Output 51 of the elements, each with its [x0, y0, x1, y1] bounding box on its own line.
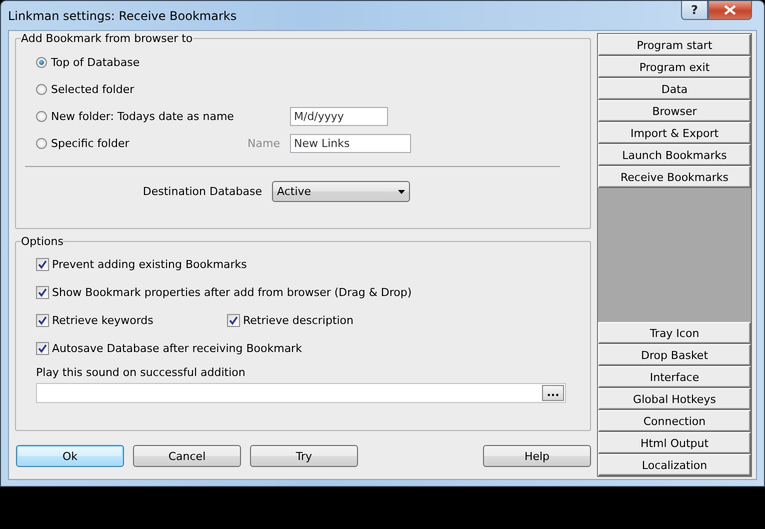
dialog-button[interactable]: Try — [250, 445, 358, 467]
radio-button[interactable] — [36, 138, 47, 149]
sidebar-item[interactable]: Global Hotkeys — [598, 388, 751, 410]
sidebar-item[interactable]: Interface — [598, 366, 751, 388]
checkbox-label: Autosave Database after receiving Bookmark — [52, 342, 302, 354]
sidebar-item[interactable]: Html Output — [598, 432, 751, 454]
help-button[interactable]: ? — [681, 1, 708, 20]
checkbox-label: Prevent adding existing Bookmarks — [52, 258, 247, 270]
checkbox-label: Retrieve keywords — [52, 314, 154, 326]
sidebar-item[interactable]: Data — [598, 78, 751, 100]
checkbox-label: Retrieve description — [243, 314, 354, 326]
radio-button[interactable] — [36, 57, 47, 68]
option-label: Top of Database — [51, 56, 140, 69]
database-dropdown[interactable]: Active — [272, 181, 410, 202]
close-icon — [724, 5, 736, 15]
sidebar-item[interactable]: Connection — [598, 410, 751, 432]
option-label: Specific folder — [51, 137, 130, 150]
sidebar-item[interactable]: Import & Export — [598, 122, 751, 144]
sidebar-item[interactable]: Localization — [598, 454, 751, 476]
option-label: Selected folder — [51, 83, 134, 96]
group-title: Options — [21, 235, 64, 248]
help-button[interactable]: Help — [483, 445, 591, 467]
sidebar-item[interactable]: Receive Bookmarks — [598, 166, 751, 188]
group-title: Add Bookmark from browser to — [21, 32, 193, 45]
sidebar-item[interactable]: Program exit — [598, 56, 751, 78]
field-label: Destination Database — [142, 185, 262, 198]
checkbox-label: Show Bookmark properties after add from browser (Drag & Drop) — [52, 286, 412, 298]
checkbox[interactable] — [227, 314, 240, 326]
radio-button[interactable] — [36, 84, 47, 95]
dialog-button[interactable]: Cancel — [133, 445, 241, 467]
sidebar-item[interactable]: Program start — [598, 34, 751, 56]
sidebar-item[interactable]: Launch Bookmarks — [598, 144, 751, 166]
sidebar-item[interactable]: Drop Basket — [598, 344, 751, 366]
input-field[interactable]: New Links — [290, 134, 411, 153]
sidebar-item[interactable]: Browser — [598, 100, 751, 122]
field-label: Play this sound on successful addition — [36, 366, 246, 379]
checkbox[interactable] — [36, 258, 49, 270]
sidebar-item[interactable]: Tray Icon — [598, 322, 751, 344]
input-field[interactable]: M/d/yyyy — [290, 107, 388, 126]
radio-button[interactable] — [36, 111, 47, 122]
checkbox[interactable] — [36, 314, 49, 326]
dialog-button[interactable]: Ok — [16, 445, 124, 467]
field-label: Name — [248, 137, 280, 150]
browse-button[interactable]: ... — [542, 385, 564, 401]
checkbox[interactable] — [36, 342, 49, 354]
option-label: New folder: Todays date as name — [51, 110, 234, 123]
checkbox[interactable] — [36, 286, 49, 298]
sound-file-field[interactable]: ... — [36, 383, 566, 403]
window-title: Linkman settings: Receive Bookmarks — [8, 8, 237, 22]
caret-icon — [398, 190, 405, 194]
close-button[interactable] — [708, 1, 752, 20]
